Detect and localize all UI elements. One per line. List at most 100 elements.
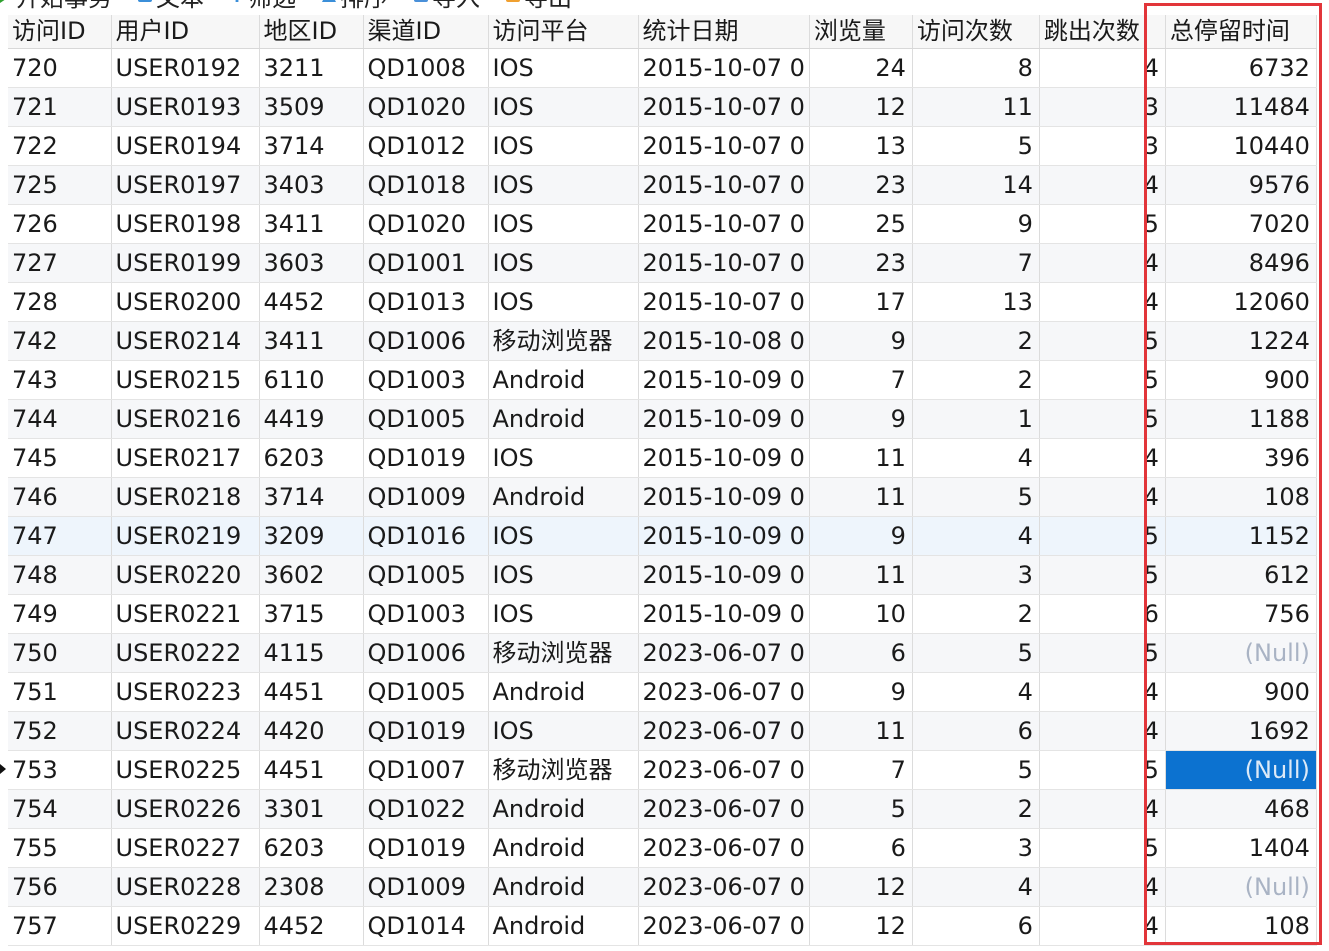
- col-stat-date-cell[interactable]: 2023-06-07 0: [638, 828, 810, 868]
- col-pageviews-cell[interactable]: 10: [809, 594, 913, 634]
- col-visits-cell[interactable]: 14: [912, 165, 1040, 205]
- col-pageviews-cell[interactable]: 24: [809, 48, 913, 88]
- col-bounces-cell[interactable]: 4: [1039, 165, 1166, 205]
- col-platform-cell[interactable]: IOS: [488, 204, 639, 244]
- col-channel-id-cell[interactable]: QD1003: [363, 360, 489, 400]
- col-bounces-cell[interactable]: 4: [1039, 672, 1166, 712]
- col-visits-cell[interactable]: 13: [912, 282, 1040, 322]
- col-platform-cell[interactable]: Android: [488, 828, 639, 868]
- col-region-id-cell[interactable]: 3411: [259, 321, 364, 361]
- col-visit-id-cell[interactable]: 747: [8, 516, 112, 556]
- col-platform-cell[interactable]: IOS: [488, 126, 639, 166]
- col-visit-id-cell[interactable]: 754: [8, 789, 112, 829]
- table-row[interactable]: 749 USER0221 3715 QD1003 IOS 2015-10-09 0 10 2 6…: [8, 594, 1317, 634]
- col-platform-cell[interactable]: Android: [488, 867, 639, 907]
- col-channel-id-cell[interactable]: QD1020: [363, 204, 489, 244]
- col-channel-id-cell[interactable]: QD1008: [363, 48, 489, 88]
- col-user-id-cell[interactable]: USER0220: [111, 555, 260, 595]
- col-total-duration-cell[interactable]: 9576: [1165, 165, 1317, 205]
- col-channel-id-cell[interactable]: QD1009: [363, 477, 489, 517]
- begin-transaction-button[interactable]: 开始事务: [0, 0, 112, 13]
- col-bounces-cell[interactable]: 5: [1039, 828, 1166, 868]
- col-stat-date-cell[interactable]: 2015-10-07 0: [638, 87, 810, 127]
- col-platform-cell[interactable]: 移动浏览器: [488, 321, 639, 361]
- col-channel-id-cell[interactable]: QD1001: [363, 243, 489, 283]
- col-region-id-cell[interactable]: 3714: [259, 126, 364, 166]
- col-platform-cell[interactable]: IOS: [488, 165, 639, 205]
- col-total-duration-cell[interactable]: (Null): [1165, 867, 1317, 907]
- col-bounces-cell[interactable]: 5: [1039, 516, 1166, 556]
- col-platform-cell[interactable]: Android: [488, 477, 639, 517]
- col-stat-date-cell[interactable]: 2023-06-07 0: [638, 633, 810, 673]
- col-visit-id-cell[interactable]: 728: [8, 282, 112, 322]
- col-channel-id-cell[interactable]: QD1006: [363, 321, 489, 361]
- col-channel-id-cell[interactable]: QD1009: [363, 867, 489, 907]
- col-total-duration-cell[interactable]: 6732: [1165, 48, 1317, 88]
- col-visit-id-cell[interactable]: 744: [8, 399, 112, 439]
- col-user-id-cell[interactable]: USER0216: [111, 399, 260, 439]
- col-total-duration-cell[interactable]: (Null): [1165, 633, 1317, 673]
- col-total-duration-cell[interactable]: 7020: [1165, 204, 1317, 244]
- col-visit-id-cell[interactable]: 757: [8, 906, 112, 946]
- col-bounces-cell[interactable]: 4: [1039, 48, 1166, 88]
- col-total-duration-cell[interactable]: 1404: [1165, 828, 1317, 868]
- col-visit-id-cell[interactable]: 752: [8, 711, 112, 751]
- col-region-id-cell[interactable]: 3411: [259, 204, 364, 244]
- col-visit-id-cell[interactable]: 753: [8, 750, 112, 790]
- col-bounces-cell[interactable]: 4: [1039, 789, 1166, 829]
- col-platform-cell[interactable]: IOS: [488, 711, 639, 751]
- col-bounces-cell[interactable]: 4: [1039, 243, 1166, 283]
- col-user-id-cell[interactable]: USER0227: [111, 828, 260, 868]
- sort-button[interactable]: 排序: [322, 0, 388, 13]
- table-row[interactable]: 755 USER0227 6203 QD1019 Android 2023-06-07 0…: [8, 828, 1317, 868]
- col-bounces-cell[interactable]: 5: [1039, 321, 1166, 361]
- col-pageviews-cell[interactable]: 13: [809, 126, 913, 166]
- col-visits-cell[interactable]: 4: [912, 516, 1040, 556]
- col-channel-id-cell[interactable]: QD1013: [363, 282, 489, 322]
- col-bounces-cell[interactable]: 4: [1039, 282, 1166, 322]
- col-pageviews-cell[interactable]: 23: [809, 165, 913, 205]
- col-user-id-cell[interactable]: USER0194: [111, 126, 260, 166]
- col-stat-date-cell[interactable]: 2023-06-07 0: [638, 906, 810, 946]
- col-user-id-cell[interactable]: USER0219: [111, 516, 260, 556]
- col-visit-id-cell[interactable]: 722: [8, 126, 112, 166]
- col-user-id-cell[interactable]: USER0223: [111, 672, 260, 712]
- col-channel-id-cell[interactable]: QD1018: [363, 165, 489, 205]
- col-region-id-cell[interactable]: 3403: [259, 165, 364, 205]
- col-bounces-cell[interactable]: 5: [1039, 360, 1166, 400]
- col-region-id-cell[interactable]: 4115: [259, 633, 364, 673]
- col-visit-id-cell[interactable]: 745: [8, 438, 112, 478]
- table-row[interactable]: 757 USER0229 4452 QD1014 Android 2023-06-07 0…: [8, 906, 1317, 946]
- table-row[interactable]: 725 USER0197 3403 QD1018 IOS 2015-10-07 0 23 14…: [8, 165, 1317, 205]
- col-region-id-cell[interactable]: 4452: [259, 906, 364, 946]
- col-region-id-cell[interactable]: 4451: [259, 672, 364, 712]
- col-visits-cell[interactable]: 5: [912, 477, 1040, 517]
- col-visit-id-cell[interactable]: 748: [8, 555, 112, 595]
- col-total-duration-cell[interactable]: 12060: [1165, 282, 1317, 322]
- col-visits-cell[interactable]: 5: [912, 633, 1040, 673]
- col-stat-date-cell[interactable]: 2015-10-07 0: [638, 48, 810, 88]
- table-row[interactable]: 747 USER0219 3209 QD1016 IOS 2015-10-09 09451…: [8, 516, 1317, 556]
- col-visit-id-cell[interactable]: 750: [8, 633, 112, 673]
- col-platform-cell[interactable]: IOS: [488, 516, 639, 556]
- col-visit-id-header[interactable]: 访问ID: [8, 15, 112, 49]
- col-channel-id-cell[interactable]: QD1019: [363, 438, 489, 478]
- col-region-id-cell[interactable]: 3603: [259, 243, 364, 283]
- col-user-id-cell[interactable]: USER0198: [111, 204, 260, 244]
- table-row[interactable]: 720 USER0192 3211 QD1008 IOS 2015-10-07 0 24 8 4…: [8, 48, 1317, 88]
- col-stat-date-cell[interactable]: 2015-10-09 0: [638, 477, 810, 517]
- table-row[interactable]: 751 USER0223 4451 QD1005 Android 2023-06-07 0…: [8, 672, 1317, 712]
- col-platform-cell[interactable]: Android: [488, 789, 639, 829]
- table-row[interactable]: 744 USER0216 4419 QD1005 Android 2015-10-09 0…: [8, 399, 1317, 439]
- col-visits-cell[interactable]: 4: [912, 672, 1040, 712]
- col-region-id-cell[interactable]: 4419: [259, 399, 364, 439]
- col-bounces-cell[interactable]: 3: [1039, 126, 1166, 166]
- col-pageviews-cell[interactable]: 12: [809, 867, 913, 907]
- table-row[interactable]: 752 USER0224 4420 QD1019 IOS 2023-06-07 0 11 6 4…: [8, 711, 1317, 751]
- col-pageviews-cell[interactable]: 11: [809, 711, 913, 751]
- col-region-id-cell[interactable]: 3715: [259, 594, 364, 634]
- table-row[interactable]: 745 USER0217 6203 QD1019 IOS 2015-10-09 0 11 4 4…: [8, 438, 1317, 478]
- col-user-id-cell[interactable]: USER0200: [111, 282, 260, 322]
- col-stat-date-cell[interactable]: 2023-06-07 0: [638, 867, 810, 907]
- table-row[interactable]: 742 USER0214 3411 QD1006 移动浏览器 2015-10-08 092…: [8, 321, 1317, 361]
